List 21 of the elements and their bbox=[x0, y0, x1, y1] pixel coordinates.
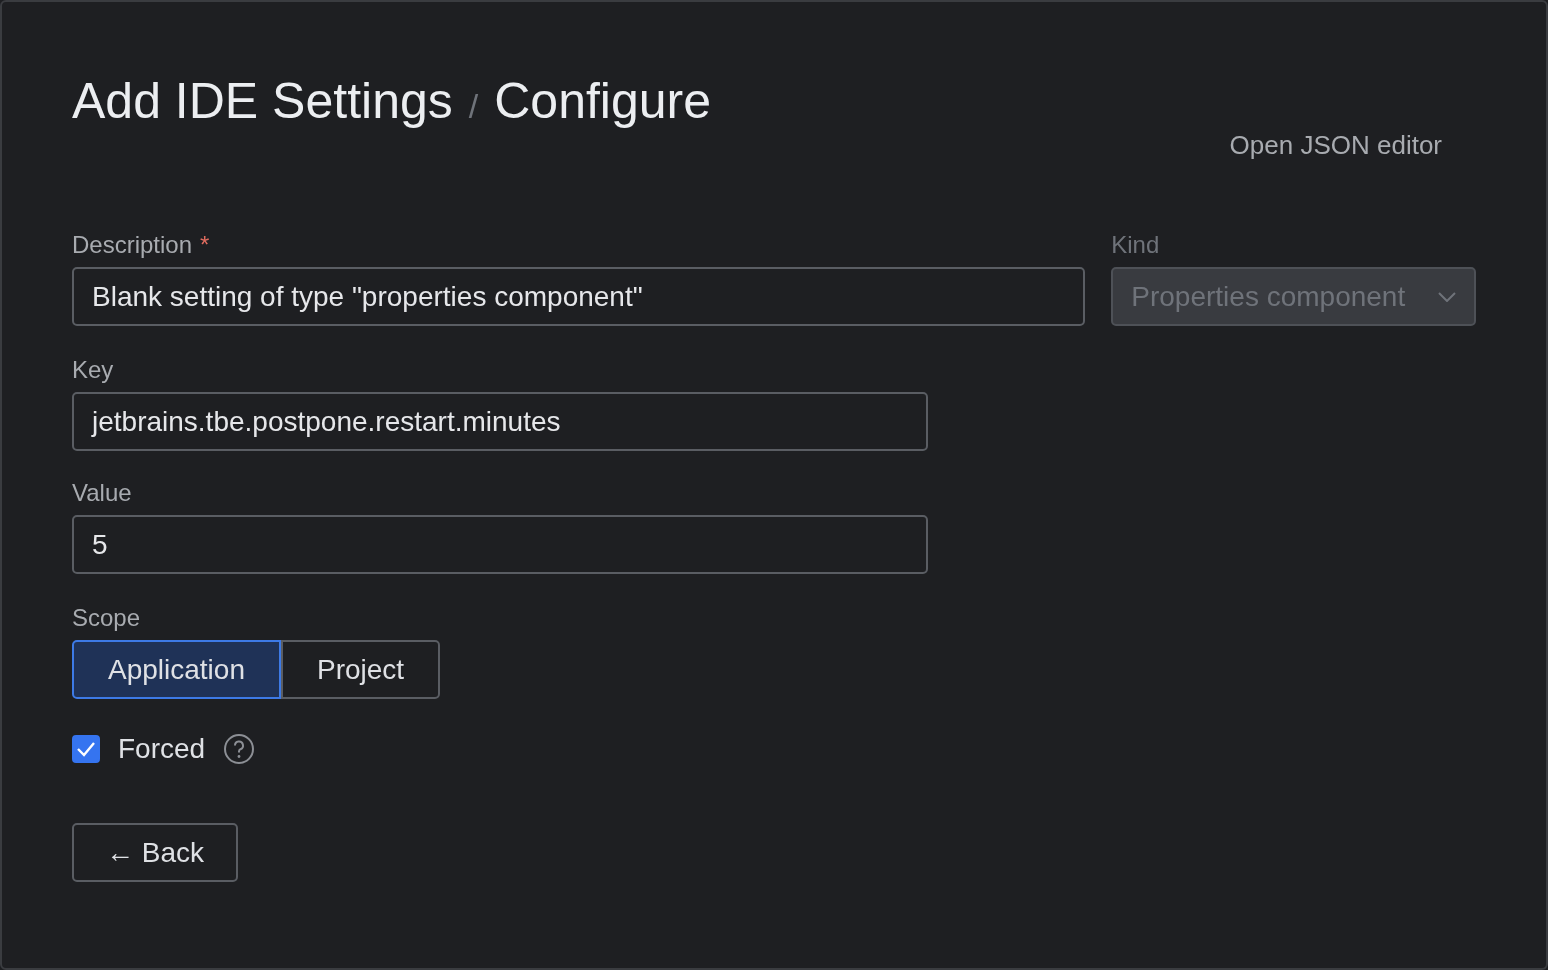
field-label: Kind bbox=[1111, 231, 1160, 259]
required-mark: * bbox=[200, 231, 210, 259]
back-button[interactable]: ← Back bbox=[72, 823, 239, 882]
checkmark-icon bbox=[76, 741, 96, 757]
page-subtitle: Configure bbox=[494, 72, 711, 130]
input-field[interactable]: 5 bbox=[72, 515, 928, 574]
open-json-editor-link[interactable]: Open JSON editor bbox=[1229, 130, 1442, 161]
input-field[interactable]: jetbrains.tbe.postpone.restart.minutes bbox=[72, 392, 928, 451]
field-label: Value bbox=[72, 479, 132, 507]
field-label: Description bbox=[72, 231, 193, 259]
scope-option[interactable]: Project bbox=[281, 640, 441, 699]
page-title: Add IDE Settings bbox=[72, 72, 453, 130]
chevron-down-icon bbox=[1438, 291, 1456, 302]
scope-option[interactable]: Application bbox=[72, 640, 281, 699]
field-label: Key bbox=[72, 356, 114, 384]
input-field[interactable]: Blank setting of type "properties component" bbox=[72, 267, 1086, 326]
checkbox-label: Forced bbox=[118, 733, 206, 765]
forced-checkbox[interactable] bbox=[72, 735, 100, 763]
help-icon[interactable] bbox=[223, 733, 256, 765]
breadcrumb-separator: / bbox=[468, 87, 479, 126]
field-label: Scope bbox=[72, 604, 141, 632]
